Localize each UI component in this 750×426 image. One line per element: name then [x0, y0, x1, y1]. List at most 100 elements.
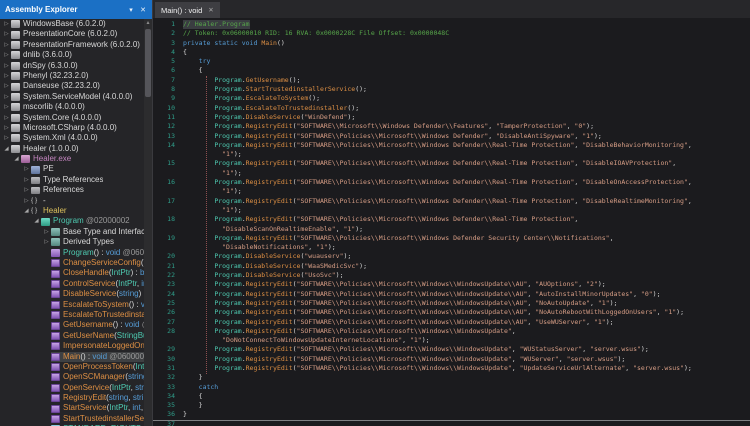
tree-item[interactable]: ▷mscorlib (4.0.0.0) [0, 102, 145, 112]
tree-item[interactable]: ◢Program @02000002 [0, 216, 145, 226]
line-number: 18 [153, 215, 183, 224]
tree-item[interactable]: ChangeServiceConfig(IntPtr, int, int) [0, 258, 145, 268]
panel-menu-button[interactable]: ▾ [125, 6, 137, 14]
expander-collapsed-icon[interactable]: ▷ [22, 164, 31, 174]
tree-item[interactable]: EscalateToSystem() : void [0, 300, 145, 310]
assembly-icon [11, 103, 20, 111]
tree-item-content: WindowsBase (6.0.2.0) [11, 19, 145, 29]
code-text: Program.RegistryEdit("SOFTWARE\\Policies… [183, 215, 578, 224]
line-number [153, 243, 183, 252]
tree-item[interactable]: EscalateToTrustedinstaller() [0, 310, 145, 320]
expander-expanded-icon[interactable]: ◢ [32, 216, 41, 226]
tree-item[interactable]: ▷System.Xml (4.0.0.0) [0, 133, 145, 143]
line-number: 24 [153, 290, 183, 299]
tree-item-content: DisableService(string) : void [51, 289, 145, 299]
line-number: 2 [153, 29, 183, 38]
expander-collapsed-icon[interactable]: ▷ [42, 237, 51, 247]
expander-expanded-icon[interactable]: ◢ [12, 154, 21, 164]
tree-item[interactable]: DisableService(string) : void [0, 289, 145, 299]
tree-item[interactable]: ▷{ }- [0, 196, 145, 206]
code-text: // Token: 0x06000010 RID: 16 RVA: 0x0000… [183, 29, 449, 38]
expander-collapsed-icon[interactable]: ▷ [2, 81, 11, 91]
tree-item[interactable]: Program() : void @06000001 [0, 248, 145, 258]
assembly-icon [11, 124, 20, 132]
tree-item[interactable]: OpenProcessToken(IntPtr, int) [0, 362, 145, 372]
expander-collapsed-icon[interactable]: ▷ [2, 123, 11, 133]
tree-item[interactable]: GetUsername() : void @0600000 [0, 320, 145, 330]
editor-pane: Main() : void ✕ 1// Healer.Program2// To… [153, 0, 750, 426]
code-text: } [183, 373, 203, 382]
tree-item-label: Main() : void @06000010 [63, 352, 145, 362]
sidebar-scrollbar[interactable]: ▴ [144, 19, 152, 426]
expander-collapsed-icon[interactable]: ▷ [2, 71, 11, 81]
method-icon [51, 353, 60, 361]
tree-item[interactable]: ◢{ }Healer [0, 206, 145, 216]
tree-item-label: dnSpy (6.3.0.0) [23, 61, 78, 71]
tree-item[interactable]: ▷Type References [0, 175, 145, 185]
code-text: "1"); [183, 206, 242, 215]
tree-item[interactable]: RegistryEdit(string, string, string) [0, 393, 145, 403]
expander-expanded-icon[interactable]: ◢ [22, 206, 31, 216]
expander-expanded-icon[interactable]: ◢ [2, 144, 11, 154]
tree-item[interactable]: ▷ dnSpy (6.3.0.0) [0, 61, 145, 71]
tree-item[interactable]: StartService(IntPtr, int, string) [0, 403, 145, 413]
expander-collapsed-icon[interactable]: ▷ [42, 227, 51, 237]
line-number [153, 225, 183, 234]
expander-collapsed-icon[interactable]: ▷ [22, 185, 31, 195]
tree-item[interactable]: ▷PE [0, 164, 145, 174]
tree-item[interactable]: ▷Derived Types [0, 237, 145, 247]
tree-item[interactable]: OpenService(IntPtr, string) [0, 383, 145, 393]
scroll-up-icon[interactable]: ▴ [144, 19, 152, 28]
tab-close-icon[interactable]: ✕ [208, 6, 213, 14]
expander-collapsed-icon[interactable]: ▷ [2, 102, 11, 112]
code-line: 10 Program.EscalateToTrustedinstaller(); [153, 104, 750, 113]
tree-item[interactable]: ControlService(IntPtr, int) [0, 279, 145, 289]
tree-item-label: StartService(IntPtr, int, string) [63, 403, 145, 413]
tree-item[interactable]: ▷System.Core (4.0.0.0) [0, 113, 145, 123]
tree-item[interactable]: ▷WindowsBase (6.0.2.0) [0, 19, 145, 29]
expander-collapsed-icon[interactable]: ▷ [2, 29, 11, 39]
expander-collapsed-icon[interactable]: ▷ [22, 196, 31, 206]
tree-item[interactable]: StartTrustedinstallerService() [0, 414, 145, 424]
code-text: try [183, 57, 210, 66]
expander-collapsed-icon[interactable]: ▷ [22, 175, 31, 185]
tree-item[interactable]: ◢Healer.exe [0, 154, 145, 164]
tree-item-label: EscalateToTrustedinstaller() [63, 310, 145, 320]
tree-item[interactable]: ◢Healer (1.0.0.0) [0, 144, 145, 154]
tree-item[interactable]: GetUserName(StringBuilder, int) [0, 331, 145, 341]
tree-item[interactable]: ▷System.ServiceModel (4.0.0.0) [0, 92, 145, 102]
tree-item[interactable]: ▷Microsoft.CSharp (4.0.0.0) [0, 123, 145, 133]
tree-item[interactable]: ▷Base Type and Interfaces [0, 227, 145, 237]
method-icon [51, 332, 60, 340]
expander-collapsed-icon[interactable]: ▷ [2, 50, 11, 60]
tab-main-void[interactable]: Main() : void ✕ [155, 2, 220, 18]
code-line: 14 Program.RegistryEdit("SOFTWARE\\Polic… [153, 141, 750, 150]
code-text: Program.RegistryEdit("SOFTWARE\\Policies… [183, 132, 602, 141]
code-editor[interactable]: 1// Healer.Program2// Token: 0x06000010 … [153, 18, 750, 426]
tree-item[interactable]: ▷dnlib (3.6.0.0) [0, 50, 145, 60]
tree-item-content: CloseHandle(IntPtr) : bool [51, 268, 145, 278]
panel-close-button[interactable]: ✕ [137, 6, 149, 14]
tree-item[interactable]: ▷PresentationFramework (6.0.2.0) [0, 40, 145, 50]
tree-item[interactable]: CloseHandle(IntPtr) : bool [0, 268, 145, 278]
assembly-icon [11, 51, 20, 59]
tree-item[interactable]: ▷Phenyl (32.23.2.0) [0, 71, 145, 81]
tree-item[interactable]: Main() : void @06000010 [0, 352, 145, 362]
tree-item[interactable]: ▷PresentationCore (6.0.2.0) [0, 29, 145, 39]
expander-collapsed-icon[interactable]: ▷ [2, 40, 11, 50]
tree-item-content: Program() : void @06000001 [51, 248, 145, 258]
tree-item[interactable]: ImpersonateLoggedOnUser(IntPtr) [0, 341, 145, 351]
expander-collapsed-icon[interactable]: ▷ [2, 113, 11, 123]
expander-collapsed-icon[interactable]: ▷ [2, 133, 11, 143]
tree-item[interactable]: ▷Danseuse (32.23.2.0) [0, 81, 145, 91]
references-icon [31, 177, 40, 184]
assembly-icon [11, 62, 20, 70]
expander-collapsed-icon[interactable]: ▷ [2, 92, 11, 102]
expander-collapsed-icon[interactable]: ▷ [2, 61, 11, 71]
tree-item[interactable]: ▷References [0, 185, 145, 195]
scrollbar-thumb[interactable] [145, 29, 151, 97]
tree-item[interactable]: OpenSCManager(string, string) [0, 372, 145, 382]
expander-collapsed-icon[interactable]: ▷ [2, 19, 11, 29]
line-number: 26 [153, 308, 183, 317]
code-line: 5 try [153, 57, 750, 66]
